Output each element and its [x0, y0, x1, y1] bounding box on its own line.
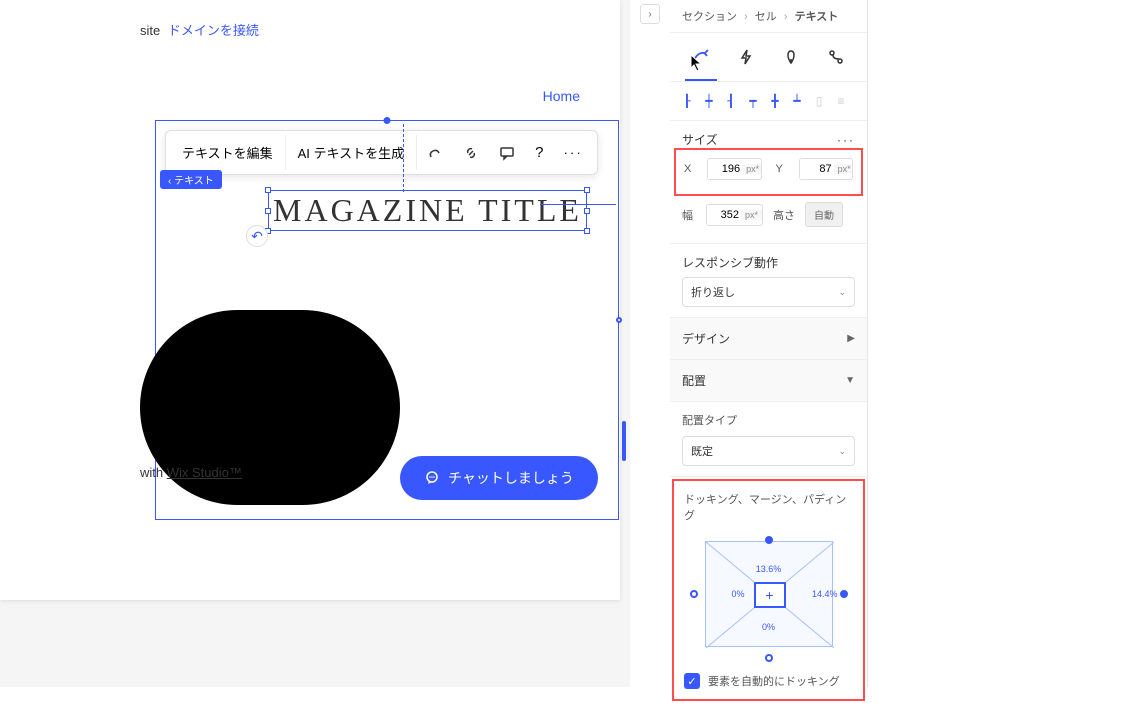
responsive-label: レスポンシブ動作 — [682, 254, 778, 271]
footer-credit: with Wix Studio™ — [140, 465, 242, 480]
docking-diagram[interactable]: + 13.6% 14.4% 0% 0% — [689, 533, 849, 663]
link-icon[interactable] — [453, 137, 489, 169]
dock-handle-top[interactable] — [765, 536, 773, 544]
align-right-icon[interactable]: ┨ — [722, 92, 740, 110]
distribute-v-icon[interactable]: ≡ — [832, 92, 850, 110]
height-label: 高さ — [773, 207, 799, 223]
y-input[interactable]: px* — [799, 158, 853, 180]
breadcrumb-text: テキスト — [795, 11, 839, 23]
connect-domain-link[interactable]: ドメインを接続 — [168, 23, 259, 38]
scrollbar[interactable] — [622, 421, 626, 461]
magazine-title-text[interactable]: MAGAZINE TITLE — [273, 192, 582, 228]
tab-style-icon[interactable] — [689, 45, 713, 69]
tab-accessibility-icon[interactable] — [779, 45, 803, 69]
distribute-h-icon[interactable]: ▯ — [810, 92, 828, 110]
chat-icon — [424, 470, 440, 486]
dock-handle-bottom[interactable] — [765, 654, 773, 662]
dock-bottom-value[interactable]: 0% — [762, 622, 775, 632]
resize-handle[interactable] — [584, 228, 590, 234]
animation-icon[interactable] — [417, 137, 453, 169]
align-left-icon[interactable]: ┠ — [678, 92, 696, 110]
resize-handle[interactable] — [584, 187, 590, 193]
breadcrumb-cell[interactable]: セル — [755, 11, 777, 23]
resize-handle[interactable] — [584, 208, 590, 214]
edit-text-button[interactable]: テキストを編集 — [170, 135, 286, 170]
undo-icon[interactable]: ↶ — [246, 225, 268, 247]
size-more-icon[interactable]: ··· — [837, 133, 855, 147]
position-section-toggle[interactable]: 配置▼ — [670, 360, 867, 402]
tab-interactions-icon[interactable] — [734, 45, 758, 69]
dock-left-value[interactable]: 0% — [732, 589, 745, 599]
resize-handle-right[interactable] — [616, 317, 622, 323]
x-input[interactable]: px* — [707, 158, 761, 180]
wix-studio-link[interactable]: Wix Studio™ — [167, 465, 242, 480]
dock-handle-left[interactable] — [690, 590, 698, 598]
height-auto-badge[interactable]: 自動 — [805, 202, 843, 227]
position-type-label: 配置タイプ — [682, 412, 855, 428]
editor-canvas[interactable]: site ドメインを接続 Home テキストを編集 AI テキストを生成 ? ·… — [0, 0, 620, 600]
panel-collapse-button[interactable]: › — [640, 4, 660, 24]
align-bottom-icon[interactable]: ┷ — [788, 92, 806, 110]
floating-toolbar: テキストを編集 AI テキストを生成 ? ··· — [165, 130, 598, 175]
tab-code-icon[interactable] — [824, 45, 848, 69]
align-top-icon[interactable]: ┯ — [744, 92, 762, 110]
horizontal-guide — [540, 204, 616, 205]
dock-top-value[interactable]: 13.6% — [756, 564, 782, 574]
resize-handle-top[interactable] — [384, 117, 391, 124]
docking-label: ドッキング、マージン、パディング — [684, 491, 853, 523]
align-middle-icon[interactable]: ╋ — [766, 92, 784, 110]
comment-icon[interactable] — [489, 137, 525, 169]
width-input[interactable]: px* — [706, 204, 763, 226]
y-label: Y — [776, 163, 793, 175]
position-type-dropdown[interactable]: 既定⌄ — [682, 436, 855, 466]
dock-handle-right[interactable] — [840, 590, 848, 598]
help-icon[interactable]: ? — [525, 136, 553, 169]
site-label: site — [140, 23, 160, 38]
vertical-guide — [403, 124, 404, 192]
more-icon[interactable]: ··· — [553, 137, 592, 168]
align-center-h-icon[interactable]: ┿ — [700, 92, 718, 110]
resize-handle[interactable] — [265, 208, 271, 214]
resize-handle[interactable] — [265, 187, 271, 193]
nav-home-link[interactable]: Home — [543, 88, 580, 104]
width-label: 幅 — [682, 207, 700, 223]
x-label: X — [684, 163, 701, 175]
breadcrumb: セクション › セル › テキスト — [670, 0, 867, 33]
size-section-label: サイズ — [682, 131, 718, 148]
inspector-panel: セクション › セル › テキスト ┠ ┿ ┨ ┯ ╋ ┷ ▯ ≡ サイズ ··… — [670, 0, 868, 687]
text-element-selected[interactable]: MAGAZINE TITLE — [268, 190, 587, 231]
element-type-tag[interactable]: テキスト — [160, 170, 222, 189]
dock-right-value[interactable]: 14.4% — [812, 589, 838, 599]
ai-generate-text-button[interactable]: AI テキストを生成 — [286, 135, 418, 170]
chat-button[interactable]: チャットしましょう — [400, 456, 598, 500]
breadcrumb-section[interactable]: セクション — [682, 11, 737, 23]
dock-center-button[interactable]: + — [754, 582, 786, 608]
design-section-toggle[interactable]: デザイン▶ — [670, 318, 867, 360]
responsive-dropdown[interactable]: 折り返し⌄ — [682, 277, 855, 307]
